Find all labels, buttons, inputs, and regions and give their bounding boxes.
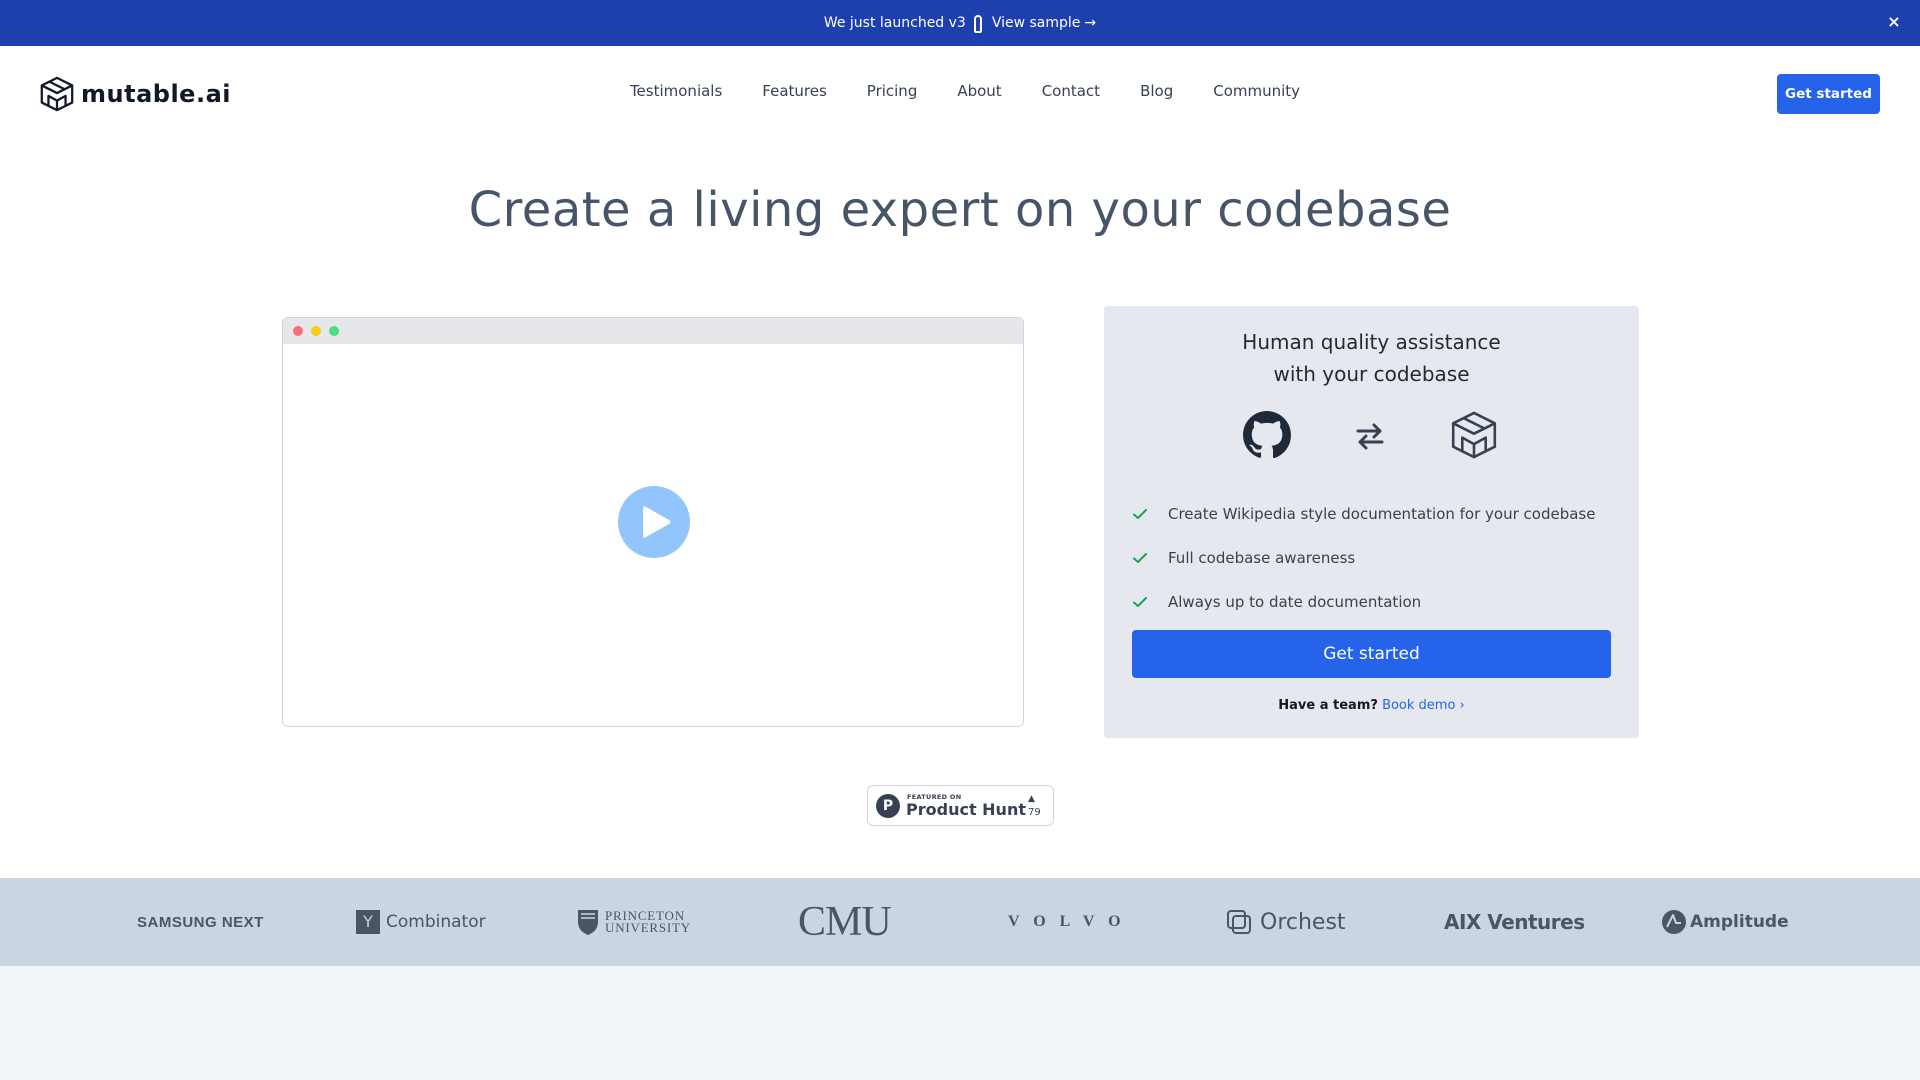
upvote-icon: ▲: [1028, 794, 1035, 804]
orchest-logo: Orchest: [1226, 878, 1346, 966]
demo-video-window: [282, 317, 1024, 727]
window-dot-red: [293, 326, 303, 336]
cmu-text: CMU: [798, 899, 892, 945]
announcement-text: We just launched v3: [823, 15, 966, 31]
card-title-line1: Human quality assistance: [1242, 330, 1501, 354]
nav-pricing[interactable]: Pricing: [867, 82, 918, 100]
nav-features[interactable]: Features: [762, 82, 827, 100]
product-hunt-badge[interactable]: P FEATURED ON Product Hunt ▲ 79: [867, 785, 1054, 826]
card-title: Human quality assistance with your codeb…: [1104, 326, 1639, 390]
samsung-next-logo: SAMSUNG NEXT: [137, 878, 264, 966]
aix-ventures-logo: AIX Ventures: [1444, 878, 1585, 966]
feature-item: Full codebase awareness: [1132, 536, 1595, 580]
orchest-squares-icon: [1227, 910, 1251, 934]
amplitude-icon: [1662, 910, 1686, 934]
window-chrome: [283, 318, 1023, 344]
princeton-shield-icon: [578, 910, 598, 935]
view-sample-link[interactable]: View sample →: [992, 15, 1096, 31]
close-icon[interactable]: ×: [1884, 12, 1904, 32]
check-icon: [1133, 597, 1147, 607]
princeton-logo: PRINCETON UNIVERSITY: [577, 878, 691, 966]
yc-box: Y: [356, 910, 380, 934]
feature-item: Always up to date documentation: [1132, 580, 1595, 624]
swap-arrows-icon: [1356, 423, 1384, 450]
y-combinator-logo: Y Combinator: [356, 878, 486, 966]
header-get-started-button[interactable]: Get started: [1777, 74, 1880, 114]
window-dot-green: [329, 326, 339, 336]
team-prompt-text: Have a team?: [1278, 698, 1378, 713]
samsung-next-text: SAMSUNG NEXT: [137, 913, 264, 931]
princeton-line2: UNIVERSITY: [605, 920, 691, 935]
feature-text: Always up to date documentation: [1168, 593, 1422, 611]
product-hunt-name: Product Hunt: [906, 800, 1026, 819]
nav-testimonials[interactable]: Testimonials: [630, 82, 722, 100]
check-icon: [1133, 509, 1147, 519]
nav-blog[interactable]: Blog: [1140, 82, 1173, 100]
backers-logo-band: SAMSUNG NEXT Y Combinator PRINCETON UNIV…: [0, 878, 1920, 966]
site-header: mutable.ai Testimonials Features Pricing…: [0, 46, 1920, 140]
main-nav: Testimonials Features Pricing About Cont…: [0, 82, 1920, 100]
feature-text: Full codebase awareness: [1168, 549, 1356, 567]
nav-contact[interactable]: Contact: [1042, 82, 1100, 100]
volvo-text: VOLVO: [1008, 913, 1135, 930]
card-get-started-button[interactable]: Get started: [1132, 630, 1611, 678]
check-icon: [1133, 553, 1147, 563]
nav-about[interactable]: About: [957, 82, 1001, 100]
hero-title: Create a living expert on your codebase: [468, 182, 1452, 238]
card-title-line2: with your codebase: [1273, 362, 1470, 386]
mutable-cube-icon: [40, 76, 74, 112]
nav-community[interactable]: Community: [1213, 82, 1300, 100]
aix-text: AIX Ventures: [1444, 910, 1585, 934]
play-button[interactable]: [618, 486, 690, 558]
team-prompt: Have a team? Book demo ›: [1104, 698, 1639, 713]
brand-logo[interactable]: mutable.ai: [38, 74, 231, 114]
amplitude-logo: Amplitude: [1661, 878, 1789, 966]
lower-section: [0, 966, 1920, 1080]
book-demo-link[interactable]: Book demo ›: [1382, 698, 1465, 713]
view-sample-label: View sample: [991, 15, 1081, 31]
github-icon: [1243, 411, 1291, 459]
feature-item: Create Wikipedia style documentation for…: [1132, 492, 1595, 536]
yc-text: Combinator: [386, 912, 486, 932]
orchest-text: Orchest: [1260, 909, 1346, 935]
amplitude-text: Amplitude: [1690, 912, 1789, 932]
feature-text: Create Wikipedia style documentation for…: [1168, 505, 1596, 523]
window-dot-yellow: [311, 326, 321, 336]
upvote-count: 79: [1028, 807, 1041, 818]
product-hunt-icon: P: [876, 794, 900, 818]
signup-card: Human quality assistance with your codeb…: [1104, 306, 1639, 738]
cmu-logo: CMU: [798, 878, 892, 966]
play-icon: [643, 506, 671, 538]
integration-icons: [1104, 410, 1639, 462]
arrow-right-icon: →: [1084, 15, 1097, 31]
announcement-bar: We just launched v3 View sample → ×: [0, 0, 1920, 46]
volvo-logo: VOLVO: [1008, 878, 1135, 966]
feature-list: Create Wikipedia style documentation for…: [1132, 492, 1595, 624]
rocket-icon: [973, 15, 982, 33]
mutable-cube-icon: [1451, 411, 1497, 459]
brand-name: mutable.ai: [81, 80, 231, 108]
